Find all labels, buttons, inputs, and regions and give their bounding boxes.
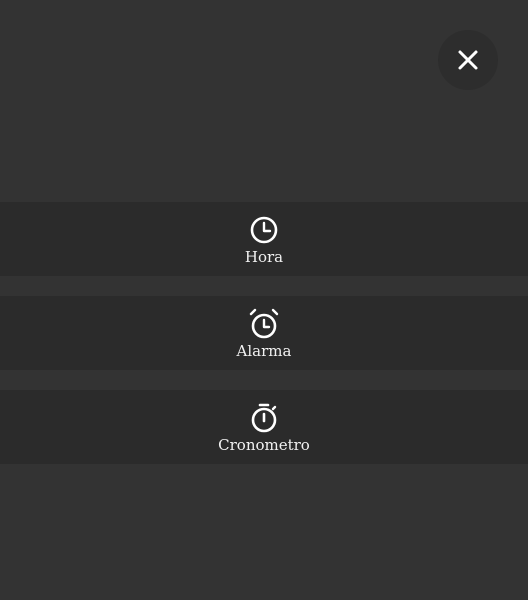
clock-icon [250,216,278,244]
close-button[interactable] [438,30,498,90]
menu-item-label: Alarma [236,342,292,360]
stopwatch-icon [251,403,277,433]
menu-item-label: Cronometro [218,436,310,454]
menu-item-hora[interactable]: Hora [0,202,528,276]
menu-item-alarma[interactable]: Alarma [0,296,528,370]
alarm-clock-icon [249,308,279,339]
close-icon [458,50,478,70]
menu-item-label: Hora [244,248,284,266]
mode-menu: Hora Alarma Cronometro [0,202,528,484]
menu-item-cronometro[interactable]: Cronometro [0,390,528,464]
